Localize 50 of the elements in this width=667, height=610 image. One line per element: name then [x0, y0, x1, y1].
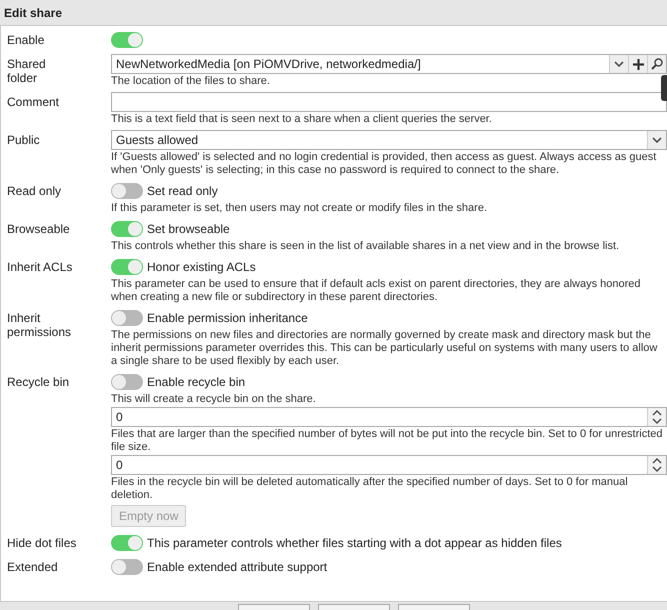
toggle-switch[interactable]	[111, 183, 143, 199]
select-field[interactable]: Guests allowed	[111, 130, 667, 150]
add-icon[interactable]	[632, 58, 644, 70]
scrollbar-thumb[interactable]	[661, 75, 667, 101]
toggle-label: Enable permission inheritance	[147, 311, 308, 325]
field-label: Enable	[7, 32, 46, 49]
toggle-label: This parameter controls whether files starting with a dot appear as hidden files	[147, 536, 562, 550]
field-label: Shared folder	[7, 56, 47, 87]
field-label: Recycle bin	[7, 374, 70, 391]
field-label: Inherit ACLs	[7, 259, 74, 276]
help-text: If this parameter is set, then users may not create or modify files in the share.	[111, 202, 488, 215]
toggle-label: Enable extended attribute support	[147, 560, 328, 574]
help-text: The location of the files to share.	[111, 75, 271, 88]
field-label: Browseable	[7, 221, 71, 238]
toggle-switch[interactable]	[111, 374, 143, 390]
search-icon[interactable]	[651, 58, 663, 70]
toggle-switch[interactable]	[111, 559, 143, 575]
help-text: Files that are larger than the specified number of bytes will not be put into the recycle bin. Set to 0 for unrestricted file size.	[111, 428, 664, 454]
field-label: Extended	[7, 559, 59, 576]
help-text: If 'Guests allowed' is selected and no login credential is provided, then access as guest. Always access as guest when 'Only guests' is selecting; in this case no password is required to connect to the share.	[111, 151, 658, 177]
help-text: The permissions on new files and directories are normally governed by create mask and directory mask but the inherit permissions parameter overrides this. This can be particularly useful on systems with many users to allow a single share to be used flexibly by each user.	[111, 329, 658, 368]
help-text: This controls whether this share is seen in the list of available shares in a net view and in the browse list.	[111, 240, 620, 253]
toggle-switch[interactable]	[111, 535, 143, 551]
number-field[interactable]: 0	[111, 455, 667, 475]
toggle-switch[interactable]	[111, 259, 143, 275]
footer-button[interactable]	[318, 604, 390, 610]
help-text: This parameter can be used to ensure that if default acls exist on parent directories, they are always honored when creating a new file or subdirectory in these parent directories.	[111, 278, 642, 304]
toggle-label: Honor existing ACLs	[147, 260, 256, 274]
toggle-label: Set read only	[147, 184, 218, 198]
toggle-switch[interactable]	[111, 221, 143, 237]
help-text: This is a text field that is seen next to a share when a client queries the server.	[111, 113, 493, 126]
toggle-switch[interactable]	[111, 32, 143, 48]
select-field[interactable]: NewNetworkedMedia [on PiOMVDrive, networkedmedia/]	[111, 54, 667, 74]
help-text: This will create a recycle bin on the share.	[111, 393, 317, 406]
spinner-arrows-icon[interactable]	[652, 410, 662, 424]
toggle-label: Enable recycle bin	[147, 375, 246, 389]
field-label: Hide dot files	[7, 535, 77, 552]
footer-button[interactable]	[398, 604, 470, 610]
spinner-arrows-icon[interactable]	[652, 458, 662, 472]
field-label: Inherit permissions	[7, 310, 72, 341]
dialog-title: Edit share	[4, 6, 62, 20]
footer-button[interactable]	[238, 604, 310, 610]
field-label: Public	[7, 132, 41, 149]
help-text: Files in the recycle bin will be deleted automatically after the specified number of days. Set to 0 for manual deletion.	[111, 476, 629, 502]
number-field[interactable]: 0	[111, 407, 667, 427]
toggle-switch[interactable]	[111, 310, 143, 326]
field-label: Comment	[7, 94, 60, 111]
field-label: Read only	[7, 183, 62, 200]
input-field[interactable]	[111, 92, 667, 112]
toggle-label: Set browseable	[147, 222, 230, 236]
